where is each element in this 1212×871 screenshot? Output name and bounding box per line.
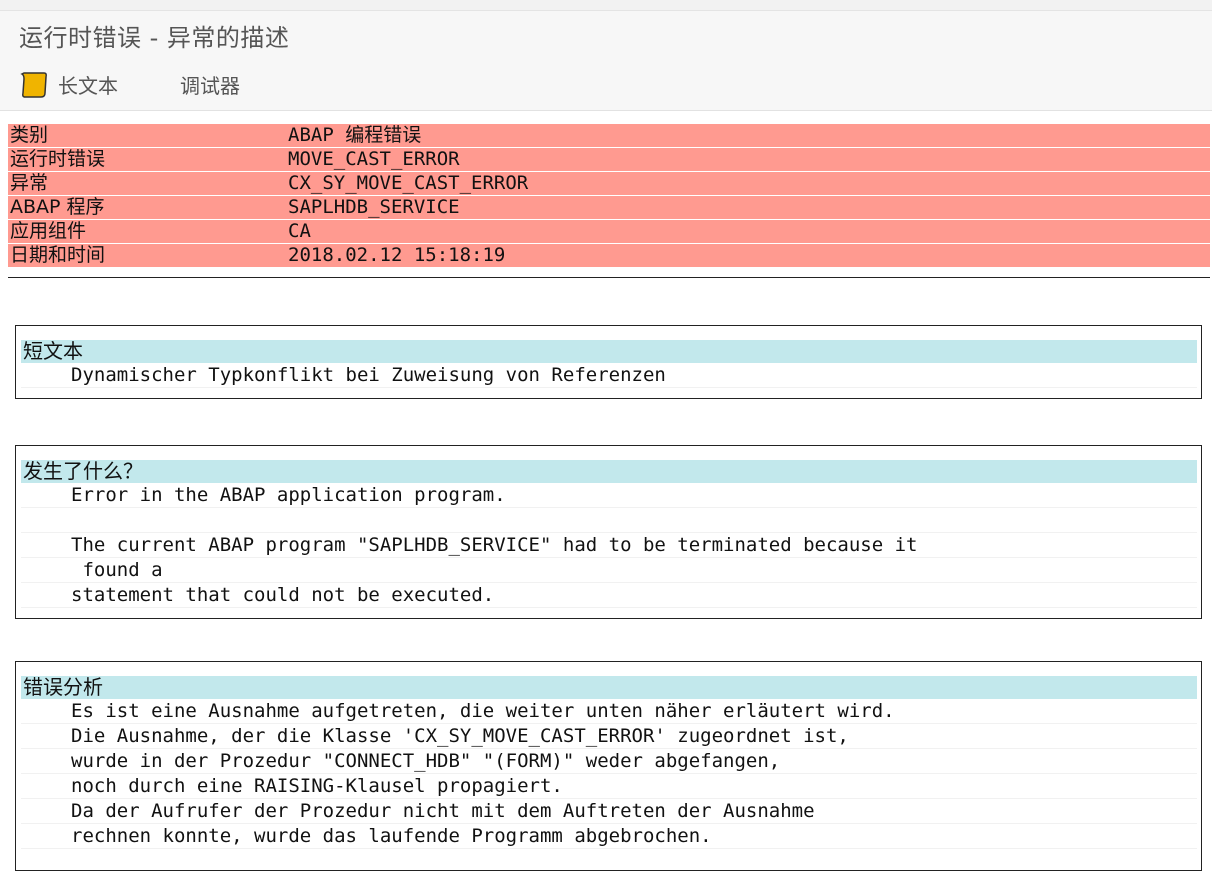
- header-label: 运行时错误: [10, 148, 106, 170]
- error-header-table: 类别 ABAP 编程错误 运行时错误 MOVE_CAST_ERROR 异常 CX…: [8, 124, 1210, 268]
- text-line: [21, 508, 1197, 533]
- text-line: found a: [21, 558, 1197, 583]
- header-label: 类别: [10, 124, 49, 146]
- error-analysis-panel: 错误分析 Es ist eine Ausnahme aufgetreten, d…: [15, 661, 1202, 871]
- header-row-abap-program: ABAP 程序 SAPLHDB_SERVICE: [8, 196, 1210, 220]
- header-label: ABAP 程序: [10, 196, 105, 218]
- text-line: Dynamischer Typkonflikt bei Zuweisung vo…: [21, 363, 1197, 388]
- text-line: statement that could not be executed.: [21, 583, 1197, 608]
- section-title: 错误分析: [21, 676, 1197, 699]
- long-text-icon: [20, 71, 47, 98]
- header-value: SAPLHDB_SERVICE: [288, 196, 460, 218]
- window-title-bar: 运行时错误 - 异常的描述: [0, 11, 1212, 59]
- header-label: 应用组件: [10, 220, 87, 242]
- text-line: Es ist eine Ausnahme aufgetreten, die we…: [21, 699, 1197, 724]
- debugger-label: 调试器: [180, 74, 240, 98]
- text-line: Die Ausnahme, der die Klasse 'CX_SY_MOVE…: [21, 724, 1197, 749]
- header-divider: [8, 277, 1210, 278]
- section-title: 短文本: [21, 340, 1197, 363]
- long-text-label: 长文本: [58, 74, 118, 98]
- top-strip: [0, 0, 1212, 11]
- header-row-exception: 异常 CX_SY_MOVE_CAST_ERROR: [8, 172, 1210, 196]
- text-line: rechnen konnte, wurde das laufende Progr…: [21, 824, 1197, 849]
- header-row-app-component: 应用组件 CA: [8, 220, 1210, 244]
- header-row-category: 类别 ABAP 编程错误: [8, 124, 1210, 148]
- text-line: noch durch eine RAISING-Klausel propagie…: [21, 774, 1197, 799]
- header-label: 日期和时间: [10, 244, 106, 266]
- text-line: wurde in der Prozedur "CONNECT_HDB" "(FO…: [21, 749, 1197, 774]
- text-line: Da der Aufrufer der Prozedur nicht mit d…: [21, 799, 1197, 824]
- long-text-button[interactable]: 长文本: [20, 70, 118, 99]
- window-title: 运行时错误 - 异常的描述: [19, 23, 290, 52]
- header-value: CA: [288, 220, 311, 242]
- header-value: 2018.02.12 15:18:19: [288, 244, 506, 266]
- header-row-runtime-error: 运行时错误 MOVE_CAST_ERROR: [8, 148, 1210, 172]
- header-value: CX_SY_MOVE_CAST_ERROR: [288, 172, 529, 194]
- header-label: 异常: [10, 172, 49, 194]
- short-text-panel: 短文本 Dynamischer Typkonflikt bei Zuweisun…: [15, 325, 1202, 399]
- section-title: 发生了什么？: [21, 460, 1197, 483]
- text-line: Error in the ABAP application program.: [21, 483, 1197, 508]
- header-value: ABAP 编程错误: [288, 124, 422, 146]
- toolbar: 长文本 调试器: [0, 59, 1212, 111]
- header-row-datetime: 日期和时间 2018.02.12 15:18:19: [8, 244, 1210, 268]
- text-line: The current ABAP program "SAPLHDB_SERVIC…: [21, 533, 1197, 558]
- header-value: MOVE_CAST_ERROR: [288, 148, 460, 170]
- what-happened-panel: 发生了什么？ Error in the ABAP application pro…: [15, 445, 1202, 619]
- debugger-button[interactable]: 调试器: [180, 70, 240, 99]
